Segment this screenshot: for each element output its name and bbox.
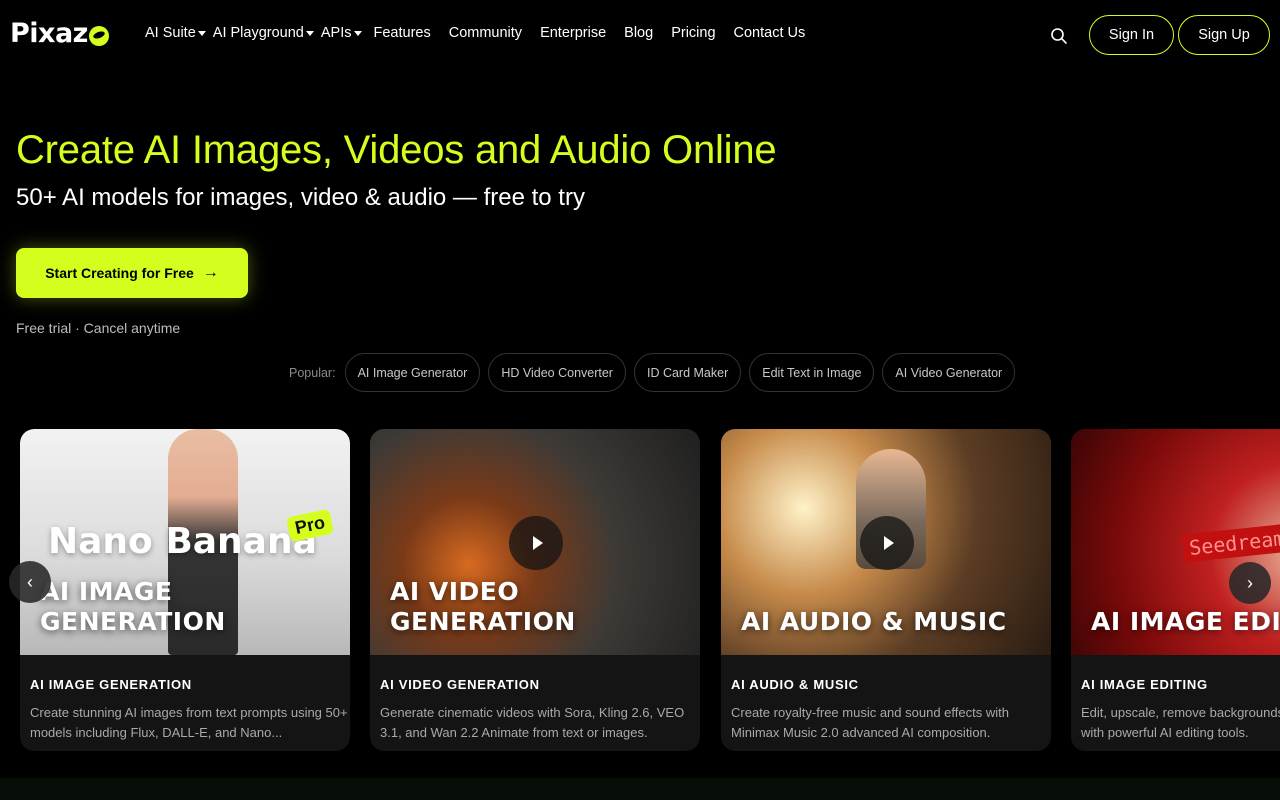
overlay-line-1: AI IMAGE (40, 577, 173, 606)
popular-label: Popular: (289, 365, 336, 380)
nav-apis-label: APIs (320, 25, 352, 41)
start-creating-label: Start Creating for Free (45, 265, 194, 281)
nav-community[interactable]: Community (449, 25, 522, 41)
pixazo-logo[interactable]: Pixaz (10, 18, 109, 49)
popular-tools: Popular: AI Image Generator HD Video Con… (289, 353, 1023, 392)
top-navigation: Pixaz AI Suite AI Playground APIs Featur… (0, 0, 1280, 70)
card-image: AI AUDIO & MUSIC (721, 429, 1051, 655)
pro-badge: Pro (285, 508, 335, 543)
chevron-down-icon (353, 30, 362, 36)
card-category: AI AUDIO & MUSIC (731, 677, 859, 692)
card-image: AI VIDEO GENERATION (370, 429, 700, 655)
sign-in-button[interactable]: Sign In (1089, 15, 1174, 55)
card-overlay-title: AI IMAGE GENERATION (40, 577, 226, 637)
card-description: Create stunning AI images from text prom… (30, 705, 348, 740)
card-category: AI VIDEO GENERATION (380, 677, 540, 692)
card-description: Create royalty-free music and sound effe… (731, 705, 1009, 740)
play-icon[interactable] (509, 516, 563, 570)
next-section-edge (0, 778, 1280, 800)
card-image: Seedream AI IMAGE EDITING (1071, 429, 1280, 655)
nav-pricing[interactable]: Pricing (671, 25, 715, 41)
overlay-line-2: GENERATION (40, 607, 226, 636)
carousel-prev-button[interactable]: ‹ (9, 561, 51, 603)
nav-ai-playground[interactable]: AI Playground (213, 25, 314, 41)
chevron-left-icon: ‹ (27, 571, 33, 592)
search-icon[interactable] (1050, 27, 1068, 45)
chip-hd-video-converter[interactable]: HD Video Converter (488, 353, 626, 392)
card-description: Generate cinematic videos with Sora, Kli… (380, 705, 685, 740)
nav-apis[interactable]: APIs (321, 25, 362, 41)
carousel-next-button[interactable]: › (1229, 562, 1271, 604)
card-overlay-title: AI AUDIO & MUSIC (741, 607, 1007, 637)
overlay-line-2: GENERATION (390, 607, 576, 636)
card-ai-audio-music[interactable]: AI AUDIO & MUSIC AI AUDIO & MUSIC Create… (721, 429, 1051, 751)
card-description: Edit, upscale, remove backgrounds from y… (1081, 705, 1280, 740)
card-ai-video-generation[interactable]: AI VIDEO GENERATION AI VIDEO GENERATION … (370, 429, 700, 751)
start-creating-button[interactable]: Start Creating for Free → (16, 248, 248, 298)
play-icon[interactable] (860, 516, 914, 570)
nav-ai-playground-label: AI Playground (212, 25, 304, 41)
free-trial-note: Free trial · Cancel anytime (16, 320, 181, 336)
arrow-right-icon: → (202, 264, 219, 281)
chip-id-card-maker[interactable]: ID Card Maker (633, 353, 742, 392)
card-ai-image-generation[interactable]: Nano Banana Pro AI IMAGE GENERATION AI I… (20, 429, 350, 751)
nav-enterprise[interactable]: Enterprise (540, 25, 606, 41)
nav-ai-suite-label: AI Suite (145, 25, 196, 41)
chevron-down-icon (197, 30, 206, 36)
hero-subtitle: 50+ AI models for images, video & audio … (16, 184, 585, 211)
logo-o-icon (88, 25, 109, 46)
nav-contact-us[interactable]: Contact Us (734, 25, 806, 41)
overlay-line-1: AI IMAGE EDITING (1091, 607, 1280, 636)
chip-edit-text-in-image[interactable]: Edit Text in Image (749, 353, 875, 392)
seedream-badge: Seedream (1181, 523, 1280, 563)
card-overlay-title: AI IMAGE EDITING (1091, 607, 1280, 637)
nano-banana-badge: Nano Banana (48, 521, 317, 562)
chevron-right-icon: › (1247, 572, 1253, 593)
main-nav: AI Suite AI Playground APIs Features Com… (145, 25, 823, 41)
logo-text: Pixaz (10, 18, 88, 49)
chevron-down-icon (305, 30, 314, 36)
card-overlay-title: AI VIDEO GENERATION (390, 577, 576, 637)
card-category: AI IMAGE EDITING (1081, 677, 1208, 692)
sign-up-button[interactable]: Sign Up (1178, 15, 1270, 55)
hero-title: Create AI Images, Videos and Audio Onlin… (16, 128, 777, 172)
card-image: Nano Banana Pro AI IMAGE GENERATION (20, 429, 350, 655)
overlay-line-1: AI AUDIO & MUSIC (741, 607, 1007, 636)
nav-features[interactable]: Features (374, 25, 431, 41)
chip-ai-video-generator[interactable]: AI Video Generator (882, 353, 1016, 392)
nav-ai-suite[interactable]: AI Suite (145, 25, 206, 41)
overlay-line-1: AI VIDEO (390, 577, 520, 606)
card-category: AI IMAGE GENERATION (30, 677, 192, 692)
chip-ai-image-generator[interactable]: AI Image Generator (344, 353, 481, 392)
nav-blog[interactable]: Blog (624, 25, 653, 41)
feature-carousel: Nano Banana Pro AI IMAGE GENERATION AI I… (20, 429, 1280, 752)
